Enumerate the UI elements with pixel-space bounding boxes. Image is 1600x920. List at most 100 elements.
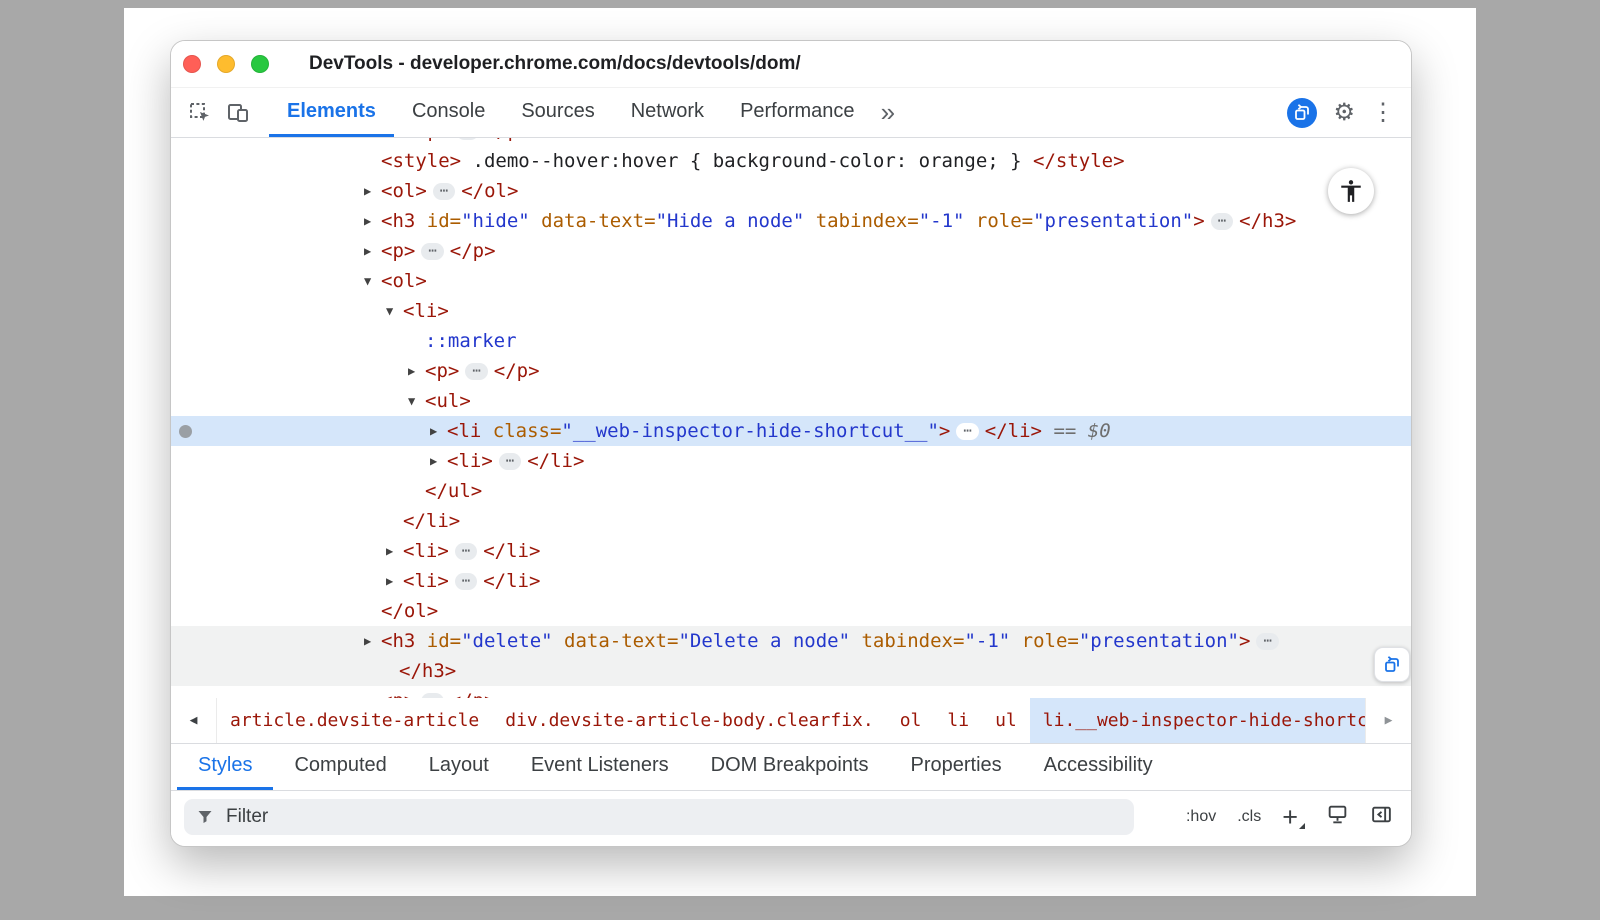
breadcrumb-item-li-web-inspector-hide-shortcut[interactable]: li.__web-inspector-hide-shortcut__ <box>1030 698 1365 743</box>
breadcrumb: article.devsite-articlediv.devsite-artic… <box>217 698 1365 743</box>
expand-arrow-icon[interactable]: ▶ <box>364 626 381 656</box>
expand-arrow-icon[interactable]: ▶ <box>386 536 403 566</box>
styles-filter-field[interactable] <box>184 799 1134 835</box>
filter-funnel-icon <box>196 808 214 826</box>
collapse-arrow-icon[interactable]: ▼ <box>408 386 425 416</box>
dom-tree-row[interactable]: <style> .demo--hover:hover { background-… <box>171 146 1411 176</box>
dom-tree-row[interactable]: </ol> <box>171 596 1411 626</box>
close-button[interactable] <box>183 55 201 73</box>
tab-performance[interactable]: Performance <box>722 88 873 137</box>
element-classes-button[interactable]: .cls <box>1237 808 1261 826</box>
inline-expand-icon[interactable]: ⋯ <box>456 138 478 140</box>
dom-tree-row[interactable]: ▶<h3 id="hide" data-text="Hide a node" t… <box>171 206 1411 236</box>
sync-badge-button[interactable] <box>1287 98 1317 128</box>
sidebar-toggle-button[interactable] <box>1370 803 1393 831</box>
dom-tree-row[interactable]: </li> <box>171 506 1411 536</box>
dom-tree-row[interactable]: ▶<ol>⋯</ol> <box>171 176 1411 206</box>
breadcrumb-bar: ◀ article.devsite-articlediv.devsite-art… <box>171 698 1411 744</box>
inline-expand-icon[interactable]: ⋯ <box>956 423 978 440</box>
minimize-button[interactable] <box>217 55 235 73</box>
dom-tree-row[interactable]: ▶<li>⋯</li> <box>171 536 1411 566</box>
inline-expand-icon[interactable]: ⋯ <box>455 573 477 590</box>
inline-expand-icon[interactable]: ⋯ <box>433 183 455 200</box>
code-tag: </li> <box>483 570 540 592</box>
expand-arrow-icon[interactable]: ▶ <box>430 416 447 446</box>
dom-tree-row[interactable]: ▼<ul> <box>171 386 1411 416</box>
panel-tab-properties[interactable]: Properties <box>890 744 1023 790</box>
dom-tree-row[interactable]: ▶<li class="__web-inspector-hide-shortcu… <box>171 416 1411 446</box>
code-val: "-1" <box>919 210 965 232</box>
inline-expand-icon[interactable]: ⋯ <box>455 543 477 560</box>
panel-tab-computed[interactable]: Computed <box>273 744 407 790</box>
chevron-left-icon: ◀ <box>190 713 198 728</box>
toolbar-tabs: ElementsConsoleSourcesNetworkPerformance <box>269 88 873 137</box>
breadcrumb-item-li[interactable]: li <box>934 698 982 743</box>
panel-tab-event-listeners[interactable]: Event Listeners <box>510 744 690 790</box>
breadcrumb-item-article-devsite-article[interactable]: article.devsite-article <box>217 698 492 743</box>
expand-arrow-icon[interactable]: ▶ <box>364 236 381 266</box>
dom-tree-row[interactable]: ▼<ol> <box>171 266 1411 296</box>
settings-button[interactable]: ⚙ <box>1333 101 1355 125</box>
elements-dom-tree: <p>⋯</p><style> .demo--hover:hover { bac… <box>171 138 1411 698</box>
inline-expand-icon[interactable]: ⋯ <box>499 453 521 470</box>
code-attr: data-text= <box>553 630 679 652</box>
inline-expand-icon[interactable]: ⋯ <box>1256 633 1278 650</box>
expand-arrow-icon[interactable]: ▶ <box>364 206 381 236</box>
tab-sources[interactable]: Sources <box>503 88 612 137</box>
panel-tab-accessibility[interactable]: Accessibility <box>1023 744 1174 790</box>
dom-tree-row[interactable]: ▶<p>⋯</p> <box>171 356 1411 386</box>
panel-tab-styles[interactable]: Styles <box>177 744 273 790</box>
inline-expand-icon[interactable]: ⋯ <box>1211 213 1233 230</box>
code-tag: </p> <box>485 138 531 142</box>
inspect-element-button[interactable] <box>181 95 219 131</box>
dom-tree-row[interactable]: ▶<h3 id="delete" data-text="Delete a nod… <box>171 626 1411 656</box>
dom-tree-row[interactable]: ▶<li>⋯</li> <box>171 446 1411 476</box>
breadcrumb-item-div-devsite-article-body-clearfix[interactable]: div.devsite-article-body.clearfix. <box>492 698 886 743</box>
collapse-arrow-icon[interactable]: ▼ <box>364 266 381 296</box>
dom-tree-row[interactable]: </ul> <box>171 476 1411 506</box>
breadcrumb-item-ol[interactable]: ol <box>887 698 935 743</box>
breadcrumb-back-button[interactable]: ◀ <box>171 698 217 743</box>
expand-arrow-icon[interactable]: ▶ <box>386 566 403 596</box>
dom-tree-row[interactable]: <p>⋯</p> <box>171 138 1411 146</box>
dom-tree-row[interactable]: ▶<p>⋯</p> <box>171 686 1411 698</box>
panel-tab-layout[interactable]: Layout <box>408 744 510 790</box>
expand-arrow-icon[interactable]: ▶ <box>364 176 381 206</box>
dom-tree-row[interactable]: ::marker <box>171 326 1411 356</box>
styles-filter-input[interactable] <box>224 805 1134 829</box>
code-eq: == <box>1042 420 1088 442</box>
dom-tree-row[interactable]: ▶<li>⋯</li> <box>171 566 1411 596</box>
more-tabs-button[interactable]: » <box>881 97 893 128</box>
menu-button[interactable]: ⋮ <box>1371 101 1395 125</box>
code-tag: </p> <box>450 240 496 262</box>
inline-expand-icon[interactable]: ⋯ <box>421 693 443 698</box>
zoom-button[interactable] <box>251 55 269 73</box>
inline-expand-icon[interactable]: ⋯ <box>421 243 443 260</box>
breadcrumb-forward-button[interactable]: ▶ <box>1365 698 1411 743</box>
device-toolbar-button[interactable] <box>219 95 257 131</box>
new-style-rule-button[interactable]: + <box>1282 808 1305 826</box>
accessibility-overlay-button[interactable] <box>1328 168 1374 214</box>
code-attr: id= <box>415 210 461 232</box>
floating-sync-badge-button[interactable] <box>1374 647 1410 682</box>
rendering-emulations-button[interactable] <box>1326 803 1349 831</box>
code-tag: </li> <box>527 450 584 472</box>
dom-tree-row[interactable]: ▶<p>⋯</p> <box>171 236 1411 266</box>
code-val: "-1" <box>964 630 1010 652</box>
tab-network[interactable]: Network <box>613 88 722 137</box>
code-tag: <ol> <box>381 180 427 202</box>
expand-arrow-icon[interactable]: ▶ <box>408 356 425 386</box>
panel-tab-dom-breakpoints[interactable]: DOM Breakpoints <box>690 744 890 790</box>
code-attr: class= <box>481 420 561 442</box>
dom-tree-row[interactable]: ▼<li> <box>171 296 1411 326</box>
collapse-arrow-icon[interactable]: ▼ <box>386 296 403 326</box>
tab-console[interactable]: Console <box>394 88 503 137</box>
inline-expand-icon[interactable]: ⋯ <box>465 363 487 380</box>
sidebar-toggle-icon <box>1370 803 1393 826</box>
expand-arrow-icon[interactable]: ▶ <box>364 686 381 698</box>
toggle-element-state-button[interactable]: :hov <box>1186 808 1216 826</box>
dom-tree-row[interactable]: </h3> <box>171 656 1411 686</box>
expand-arrow-icon[interactable]: ▶ <box>430 446 447 476</box>
breadcrumb-item-ul[interactable]: ul <box>982 698 1030 743</box>
tab-elements[interactable]: Elements <box>269 88 394 137</box>
